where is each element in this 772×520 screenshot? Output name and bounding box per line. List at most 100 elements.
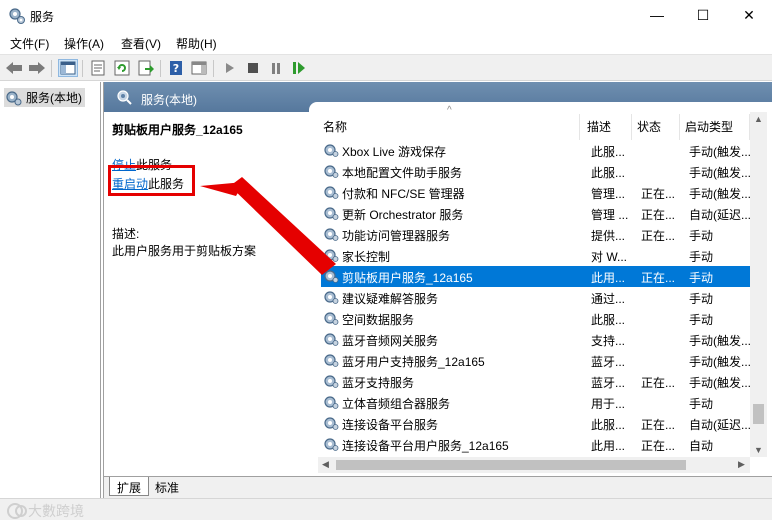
table-row[interactable]: 连接设备平台用户服务_12a165 此用... 正在... 自动 <box>321 434 751 455</box>
table-row[interactable]: 空间数据服务 此服... 手动 <box>321 308 751 329</box>
description-label: 描述: <box>112 227 140 241</box>
horizontal-scroll-thumb[interactable] <box>336 460 686 470</box>
service-status-cell: 正在... <box>641 271 676 285</box>
show-console-tree-icon[interactable] <box>58 59 78 77</box>
vertical-scroll-thumb[interactable] <box>753 404 764 424</box>
table-row[interactable]: 付款和 NFC/SE 管理器 管理... 正在... 手动(触发... <box>321 182 751 203</box>
start-service-icon[interactable] <box>220 59 240 77</box>
table-row[interactable]: 更新 Orchestrator 服务 管理 ... 正在... 自动(延迟... <box>321 203 751 224</box>
service-description-cell: 此服... <box>591 313 626 327</box>
menu-action[interactable]: 操作(A) <box>64 35 104 52</box>
service-gear-icon <box>323 352 339 371</box>
column-header-description[interactable]: 描述 <box>587 118 611 138</box>
service-status-cell: 正在... <box>641 439 676 453</box>
service-name-cell: 付款和 NFC/SE 管理器 <box>342 187 465 201</box>
window-title: 服务 <box>30 10 55 24</box>
service-gear-icon <box>323 436 339 455</box>
service-status-cell: 正在... <box>641 418 676 432</box>
scroll-right-icon[interactable]: ▶ <box>738 459 745 470</box>
service-description-cell: 通过... <box>591 292 626 306</box>
console-tree: 服务(本地) <box>0 82 101 498</box>
stop-service-icon[interactable] <box>243 59 263 77</box>
table-row[interactable]: 蓝牙用户支持服务_12a165 蓝牙... 手动(触发... <box>321 350 751 371</box>
menu-help[interactable]: 帮助(H) <box>176 35 217 52</box>
service-name-cell: 蓝牙支持服务 <box>342 376 415 390</box>
service-name-cell: 功能访问管理器服务 <box>342 229 451 243</box>
service-startup-type-cell: 自动 <box>689 439 714 453</box>
back-icon[interactable] <box>4 59 24 77</box>
table-row[interactable]: Xbox Live 游戏保存 此服... 手动(触发... <box>321 140 751 161</box>
service-name-cell: Xbox Live 游戏保存 <box>342 145 447 159</box>
service-status-cell: 正在... <box>641 229 676 243</box>
scroll-left-icon[interactable]: ◀ <box>322 459 329 470</box>
service-startup-type-cell: 手动 <box>689 313 714 327</box>
column-header-startup-type[interactable]: 启动类型 <box>685 118 733 138</box>
scroll-up-icon[interactable]: ▲ <box>754 114 763 124</box>
service-status-cell: 正在... <box>641 187 676 201</box>
export-list-icon[interactable] <box>136 59 156 77</box>
service-description-cell: 支持... <box>591 334 626 348</box>
menu-file[interactable]: 文件(F) <box>10 35 49 52</box>
service-status-cell: 正在... <box>641 208 676 222</box>
table-row[interactable]: 本地配置文件助手服务 此服... 手动(触发... <box>321 161 751 182</box>
service-startup-type-cell: 手动(触发... <box>689 355 751 369</box>
service-description-cell: 用于... <box>591 397 626 411</box>
service-name-cell: 本地配置文件助手服务 <box>342 166 463 180</box>
service-startup-type-cell: 自动(延迟... <box>689 208 751 222</box>
forward-icon[interactable] <box>27 59 47 77</box>
column-header-status[interactable]: 状态 <box>637 118 661 138</box>
title-bar: 服务 — ☐ ✕ <box>0 0 772 32</box>
table-row[interactable]: 立体音频组合器服务 用于... 手动 <box>321 392 751 413</box>
service-gear-icon <box>323 415 339 434</box>
service-startup-type-cell: 手动(触发... <box>689 145 751 159</box>
horizontal-scrollbar[interactable]: ◀ ▶ <box>318 457 750 473</box>
service-gear-icon <box>323 205 339 224</box>
pause-service-icon[interactable] <box>266 59 286 77</box>
service-description-cell: 蓝牙... <box>591 355 626 369</box>
help-icon[interactable]: ? <box>166 59 186 77</box>
restart-service-icon[interactable] <box>289 59 309 77</box>
table-row[interactable]: 家长控制 对 W... 手动 <box>321 245 751 266</box>
column-header-name[interactable]: 名称 <box>323 118 347 138</box>
refresh-icon[interactable] <box>112 59 132 77</box>
tab-standard[interactable]: 标准 <box>148 477 186 496</box>
services-gear-icon <box>9 8 25 24</box>
pane-header-title: 服务(本地) <box>141 93 197 107</box>
maximize-button[interactable]: ☐ <box>680 0 726 30</box>
services-gear-icon <box>6 90 22 105</box>
table-row[interactable]: 剪贴板用户服务_12a165 此用... 正在... 手动 <box>321 266 751 287</box>
service-name-cell: 立体音频组合器服务 <box>342 397 451 411</box>
table-row[interactable]: 功能访问管理器服务 提供... 正在... 手动 <box>321 224 751 245</box>
service-name-cell: 连接设备平台用户服务_12a165 <box>342 439 509 453</box>
scroll-down-icon[interactable]: ▼ <box>754 445 763 455</box>
menu-view[interactable]: 查看(V) <box>121 35 161 52</box>
service-startup-type-cell: 自动(延迟... <box>689 418 751 432</box>
service-startup-type-cell: 手动(触发... <box>689 166 751 180</box>
table-row[interactable]: 蓝牙支持服务 蓝牙... 正在... 手动(触发... <box>321 371 751 392</box>
properties-icon[interactable] <box>88 59 108 77</box>
table-row[interactable]: 连接设备平台服务 此服... 正在... 自动(延迟... <box>321 413 751 434</box>
service-startup-type-cell: 手动 <box>689 397 714 411</box>
service-description-cell: 此服... <box>591 418 626 432</box>
table-row[interactable]: 蓝牙音频网关服务 支持... 手动(触发... <box>321 329 751 350</box>
service-startup-type-cell: 手动 <box>689 250 714 264</box>
close-button[interactable]: ✕ <box>726 0 772 30</box>
service-name-cell: 空间数据服务 <box>342 313 415 327</box>
service-gear-icon <box>323 247 339 266</box>
watermark: 大數跨境 <box>6 501 84 520</box>
tree-item-services-local[interactable]: 服务(本地) <box>4 88 85 107</box>
vertical-scrollbar[interactable]: ▲ ▼ <box>750 112 767 457</box>
minimize-button[interactable]: — <box>634 0 680 30</box>
show-action-pane-icon[interactable] <box>189 59 209 77</box>
service-gear-icon <box>323 373 339 392</box>
service-description-cell: 提供... <box>591 229 626 243</box>
service-gear-icon <box>323 310 339 329</box>
service-gear-icon <box>323 142 339 161</box>
svg-text:?: ? <box>173 62 179 75</box>
service-gear-icon <box>323 184 339 203</box>
tab-extended[interactable]: 扩展 <box>109 477 150 496</box>
table-row[interactable]: 建议疑难解答服务 通过... 手动 <box>321 287 751 308</box>
service-name-cell: 更新 Orchestrator 服务 <box>342 208 464 222</box>
service-status-cell: 正在... <box>641 376 676 390</box>
service-description-cell: 对 W... <box>591 250 628 264</box>
